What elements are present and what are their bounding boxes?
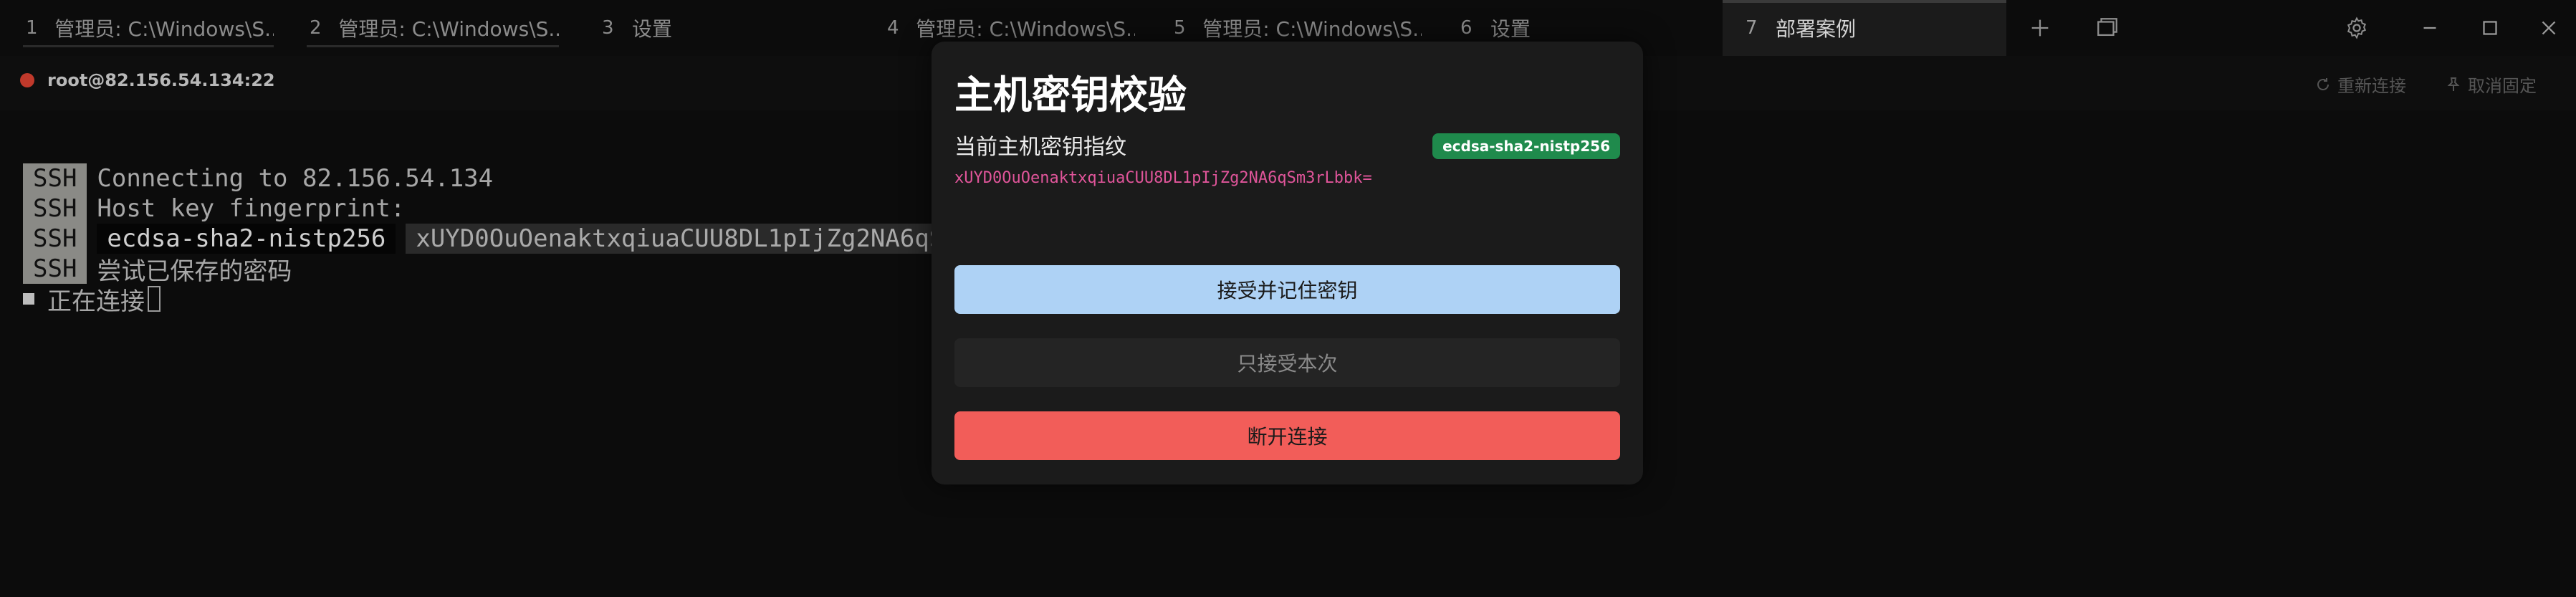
connecting-text: Connecting to 82.156.54.134 (97, 164, 494, 193)
tab-title: 管理员: C:\Windows\S... (916, 17, 1135, 41)
disconnect-button[interactable]: 断开连接 (954, 411, 1620, 460)
reconnect-label: 重新连接 (2337, 76, 2406, 96)
ssh-tag: SSH (23, 194, 87, 224)
reconnect-button[interactable]: 重新连接 (2314, 72, 2406, 97)
fingerprint-algo: ecdsa-sha2-nistp256 (97, 224, 396, 254)
accept-remember-button[interactable]: 接受并记住密钥 (954, 265, 1620, 314)
algo-badge: ecdsa-sha2-nistp256 (1432, 133, 1620, 159)
tab-number: 1 (26, 17, 38, 39)
tab-1[interactable]: 1 管理员: C:\Windows\S... (23, 0, 274, 56)
unpin-label: 取消固定 (2468, 76, 2537, 96)
fingerprint-label: 当前主机密钥指纹 (954, 135, 1126, 160)
status-square (23, 293, 34, 305)
plus-icon (2031, 19, 2049, 37)
status-dot (20, 73, 34, 87)
terminal-line: SSH ecdsa-sha2-nistp256 xUYD0OuOenaktxqi… (23, 224, 998, 254)
minimize-icon (2423, 27, 2436, 29)
ssh-tag: SSH (23, 163, 87, 194)
tab-title: 管理员: C:\Windows\S... (54, 17, 274, 41)
fingerprint-hash: xUYD0OuOenaktxqiuaCUU8DL1pIjZg2NA6qSm3r (406, 224, 998, 254)
tab-number: 3 (602, 17, 614, 39)
tab-3[interactable]: 3 设置 (599, 0, 850, 56)
tab-number: 4 (887, 17, 899, 39)
connecting-status-text: 正在连接 (47, 287, 145, 316)
terminal-line: SSH Connecting to 82.156.54.134 (23, 163, 493, 194)
unpin-button[interactable]: 取消固定 (2445, 72, 2537, 97)
layers-icon (2097, 18, 2117, 37)
tab-title: 管理员: C:\Windows\S... (1202, 17, 1422, 41)
maximize-button[interactable] (2458, 0, 2522, 56)
tab-number: 6 (1460, 17, 1473, 39)
gear-icon (2347, 16, 2367, 39)
new-tab-button[interactable] (2008, 0, 2072, 56)
pin-icon (2447, 77, 2460, 91)
terminal-line: 正在连接 (23, 284, 161, 316)
terminal-line: SSH Host key fingerprint: (23, 194, 405, 224)
ssh-tag: SSH (23, 254, 87, 284)
ssh-tag: SSH (23, 224, 87, 254)
terminal-line: SSH 尝试已保存的密码 (23, 254, 292, 286)
settings-button[interactable] (2324, 0, 2389, 56)
tab-number: 5 (1174, 17, 1186, 39)
tab-number: 2 (310, 17, 322, 39)
session-host: root@82.156.54.134:22 (20, 70, 275, 90)
dialog-title: 主机密钥校验 (954, 72, 1187, 118)
tab-title: 设置 (1490, 17, 1531, 41)
close-icon (2542, 21, 2556, 35)
reconnect-icon (2317, 77, 2329, 90)
tab-7[interactable]: 7 部署案例 (1723, 0, 2006, 56)
tab-title: 设置 (632, 17, 673, 41)
maximize-icon (2483, 21, 2497, 35)
close-button[interactable] (2517, 0, 2576, 56)
tab-title: 部署案例 (1776, 17, 1857, 41)
fingerprint-heading-text: Host key fingerprint: (97, 194, 406, 223)
accept-once-button[interactable]: 只接受本次 (954, 338, 1620, 387)
terminal-cursor (148, 286, 161, 312)
session-host-label: root@82.156.54.134:22 (47, 70, 275, 90)
host-key-dialog: 主机密钥校验 当前主机密钥指纹 ecdsa-sha2-nistp256 xUYD… (932, 42, 1643, 484)
minimize-button[interactable] (2398, 0, 2462, 56)
tab-2[interactable]: 2 管理员: C:\Windows\S... (307, 0, 559, 56)
tab-overview-button[interactable] (2075, 0, 2140, 56)
tab-title: 管理员: C:\Windows\S... (338, 17, 559, 41)
tab-number: 7 (1746, 17, 1758, 39)
fingerprint-value: xUYD0OuOenaktxqiuaCUU8DL1pIjZg2NA6qSm3rL… (954, 169, 1372, 187)
